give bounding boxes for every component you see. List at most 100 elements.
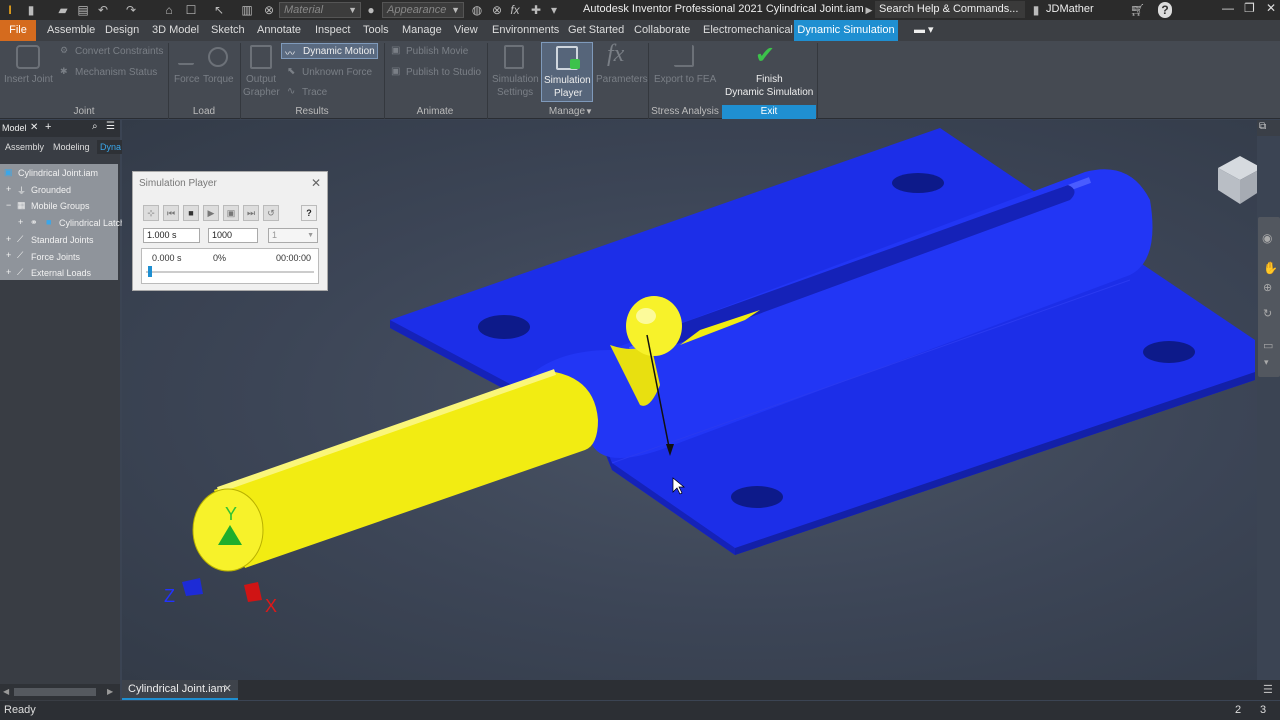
tab-sketch[interactable]: Sketch bbox=[211, 20, 245, 41]
home-icon[interactable]: ⌂ bbox=[162, 2, 176, 18]
close-icon[interactable]: ✕ bbox=[1266, 1, 1276, 15]
user-name[interactable]: JDMather bbox=[1046, 3, 1094, 15]
tab-design[interactable]: Design bbox=[105, 20, 139, 41]
tree-expand-icon[interactable]: + bbox=[6, 267, 11, 277]
play-button[interactable]: ▶ bbox=[203, 205, 219, 221]
menu-icon[interactable]: ☰ bbox=[106, 121, 115, 132]
save-icon[interactable]: ▤ bbox=[76, 2, 90, 18]
trace-button[interactable]: Trace bbox=[302, 87, 327, 98]
tab-get-started[interactable]: Get Started bbox=[568, 20, 624, 41]
tree-node-cylindrical-latch[interactable]: Cylindrical Latch bbox=[59, 218, 125, 228]
clear-icon[interactable]: ⊗ bbox=[262, 2, 276, 18]
restore-icon[interactable]: ❐ bbox=[1244, 1, 1255, 15]
undo-icon[interactable]: ↶ bbox=[96, 2, 110, 18]
scrollbar-thumb[interactable] bbox=[14, 688, 96, 696]
construction-mode-button[interactable]: ⊹ bbox=[143, 205, 159, 221]
appearance-dropdown[interactable]: Appearance ▼ bbox=[382, 2, 464, 18]
record-button[interactable]: ▣ bbox=[223, 205, 239, 221]
tab-environments[interactable]: Environments bbox=[492, 20, 559, 41]
inventor-logo-icon[interactable]: I bbox=[4, 2, 16, 18]
search-icon[interactable]: ⌕ bbox=[92, 121, 98, 132]
adjust-icon[interactable]: ◍ bbox=[470, 2, 484, 18]
tree-expand-icon[interactable]: + bbox=[6, 184, 11, 194]
dynamic-motion-button[interactable]: 〰 Dynamic Motion bbox=[281, 43, 378, 60]
stop-button[interactable]: ■ bbox=[183, 205, 199, 221]
search-input[interactable]: Search Help & Commands... bbox=[875, 1, 1025, 18]
tree-node-grounded[interactable]: Grounded bbox=[31, 185, 71, 195]
simulation-player-button[interactable]: Simulation Player bbox=[541, 42, 593, 102]
browser-title[interactable]: Model bbox=[2, 123, 27, 133]
nav-options-icon[interactable]: ▾ bbox=[1264, 357, 1269, 368]
tree-expand-icon[interactable]: + bbox=[18, 217, 23, 227]
tree-node-external-loads[interactable]: External Loads bbox=[31, 268, 91, 278]
simulation-settings-label-1[interactable]: Simulation bbox=[492, 74, 539, 85]
convert-constraints-button[interactable]: Convert Constraints bbox=[75, 46, 163, 57]
select-icon[interactable]: ☐ bbox=[184, 2, 198, 18]
images-input[interactable]: 1000 bbox=[208, 228, 258, 243]
maximize-viewport-icon[interactable]: ⧉ bbox=[1259, 121, 1266, 132]
orbit-icon[interactable]: ↻ bbox=[1263, 307, 1272, 320]
tree-node-mobile-groups[interactable]: Mobile Groups bbox=[31, 201, 90, 211]
tab-3d-model[interactable]: 3D Model bbox=[152, 20, 199, 41]
tab-view[interactable]: View bbox=[454, 20, 478, 41]
help-button[interactable]: ? bbox=[301, 205, 317, 221]
document-tab[interactable]: Cylindrical Joint.iam ✕ bbox=[122, 680, 238, 700]
clear-override-icon[interactable]: ⊗ bbox=[490, 2, 504, 18]
tab-inspect[interactable]: Inspect bbox=[315, 20, 350, 41]
filter-dropdown[interactable]: 1 ▼ bbox=[268, 228, 318, 243]
add-browser-icon[interactable]: + bbox=[45, 121, 51, 133]
material-dropdown[interactable]: Material ▼ bbox=[279, 2, 361, 18]
rewind-button[interactable]: ⏮ bbox=[163, 205, 179, 221]
measure-icon[interactable]: ▥ bbox=[240, 2, 254, 18]
open-file-icon[interactable]: ▰ bbox=[56, 2, 70, 18]
tab-tools[interactable]: Tools bbox=[363, 20, 389, 41]
new-file-icon[interactable]: ▮ bbox=[24, 2, 38, 18]
look-at-icon[interactable]: ▭ bbox=[1263, 339, 1273, 352]
publish-studio-button[interactable]: Publish to Studio bbox=[406, 67, 481, 78]
publish-movie-button[interactable]: Publish Movie bbox=[406, 46, 468, 57]
zoom-icon[interactable]: ⊕ bbox=[1263, 281, 1272, 294]
view-cube[interactable] bbox=[1218, 156, 1262, 204]
browser-scrollbar[interactable]: ◀ ▶ bbox=[0, 684, 120, 700]
cursor-icon[interactable]: ↖ bbox=[212, 2, 226, 18]
fx-icon[interactable]: fx bbox=[508, 2, 522, 18]
document-tab-close-icon[interactable]: ✕ bbox=[223, 680, 232, 698]
tab-manage[interactable]: Manage bbox=[402, 20, 442, 41]
parameters-button[interactable]: Parameters bbox=[596, 74, 648, 85]
close-browser-icon[interactable]: ✕ bbox=[30, 122, 38, 133]
finish-label-1[interactable]: Finish bbox=[756, 74, 783, 85]
output-grapher-label-2[interactable]: Grapher bbox=[243, 87, 280, 98]
tab-dynamic-simulation[interactable]: Dynamic Simulation bbox=[794, 20, 898, 41]
tabs-menu-icon[interactable]: ☰ bbox=[1263, 683, 1273, 696]
scroll-left-icon[interactable]: ◀ bbox=[3, 687, 9, 696]
tab-electromechanical[interactable]: Electromechanical bbox=[703, 20, 793, 41]
export-fea-button[interactable]: Export to FEA bbox=[654, 74, 716, 85]
browser-tab-assembly[interactable]: Assembly bbox=[5, 142, 44, 152]
mechanism-status-button[interactable]: Mechanism Status bbox=[75, 67, 157, 78]
tab-annotate[interactable]: Annotate bbox=[257, 20, 301, 41]
minimize-icon[interactable]: — bbox=[1222, 1, 1234, 15]
insert-joint-button[interactable]: Insert Joint bbox=[4, 74, 53, 85]
tree-node-standard-joints[interactable]: Standard Joints bbox=[31, 235, 94, 245]
dialog-close-icon[interactable]: ✕ bbox=[311, 176, 321, 190]
customize-icon[interactable]: ▾ bbox=[548, 2, 560, 18]
output-grapher-label-1[interactable]: Output bbox=[246, 74, 276, 85]
tree-expand-icon[interactable]: + bbox=[6, 234, 11, 244]
browser-tab-modeling[interactable]: Modeling bbox=[53, 142, 90, 152]
help-icon[interactable]: ? bbox=[1158, 2, 1172, 18]
full-navigation-wheel-icon[interactable]: ◉ bbox=[1262, 231, 1272, 245]
progress-slider[interactable] bbox=[148, 266, 152, 277]
tab-file[interactable]: File bbox=[0, 20, 36, 41]
tree-node-force-joints[interactable]: Force Joints bbox=[31, 252, 80, 262]
scroll-right-icon[interactable]: ▶ bbox=[107, 687, 113, 696]
hinge-plate[interactable] bbox=[390, 128, 1255, 555]
tab-options-icon[interactable]: ▬ ▾ bbox=[914, 20, 934, 41]
browser-tab-dynamic[interactable]: Dyna bbox=[97, 140, 125, 154]
loop-button[interactable]: ↺ bbox=[263, 205, 279, 221]
tree-node-root[interactable]: Cylindrical Joint.iam bbox=[18, 168, 98, 178]
torque-button[interactable]: Torque bbox=[203, 74, 234, 85]
simulation-settings-label-2[interactable]: Settings bbox=[497, 87, 533, 98]
force-button[interactable]: Force bbox=[174, 74, 200, 85]
unknown-force-button[interactable]: Unknown Force bbox=[302, 67, 372, 78]
manage-panel-title[interactable]: Manage bbox=[487, 105, 647, 119]
